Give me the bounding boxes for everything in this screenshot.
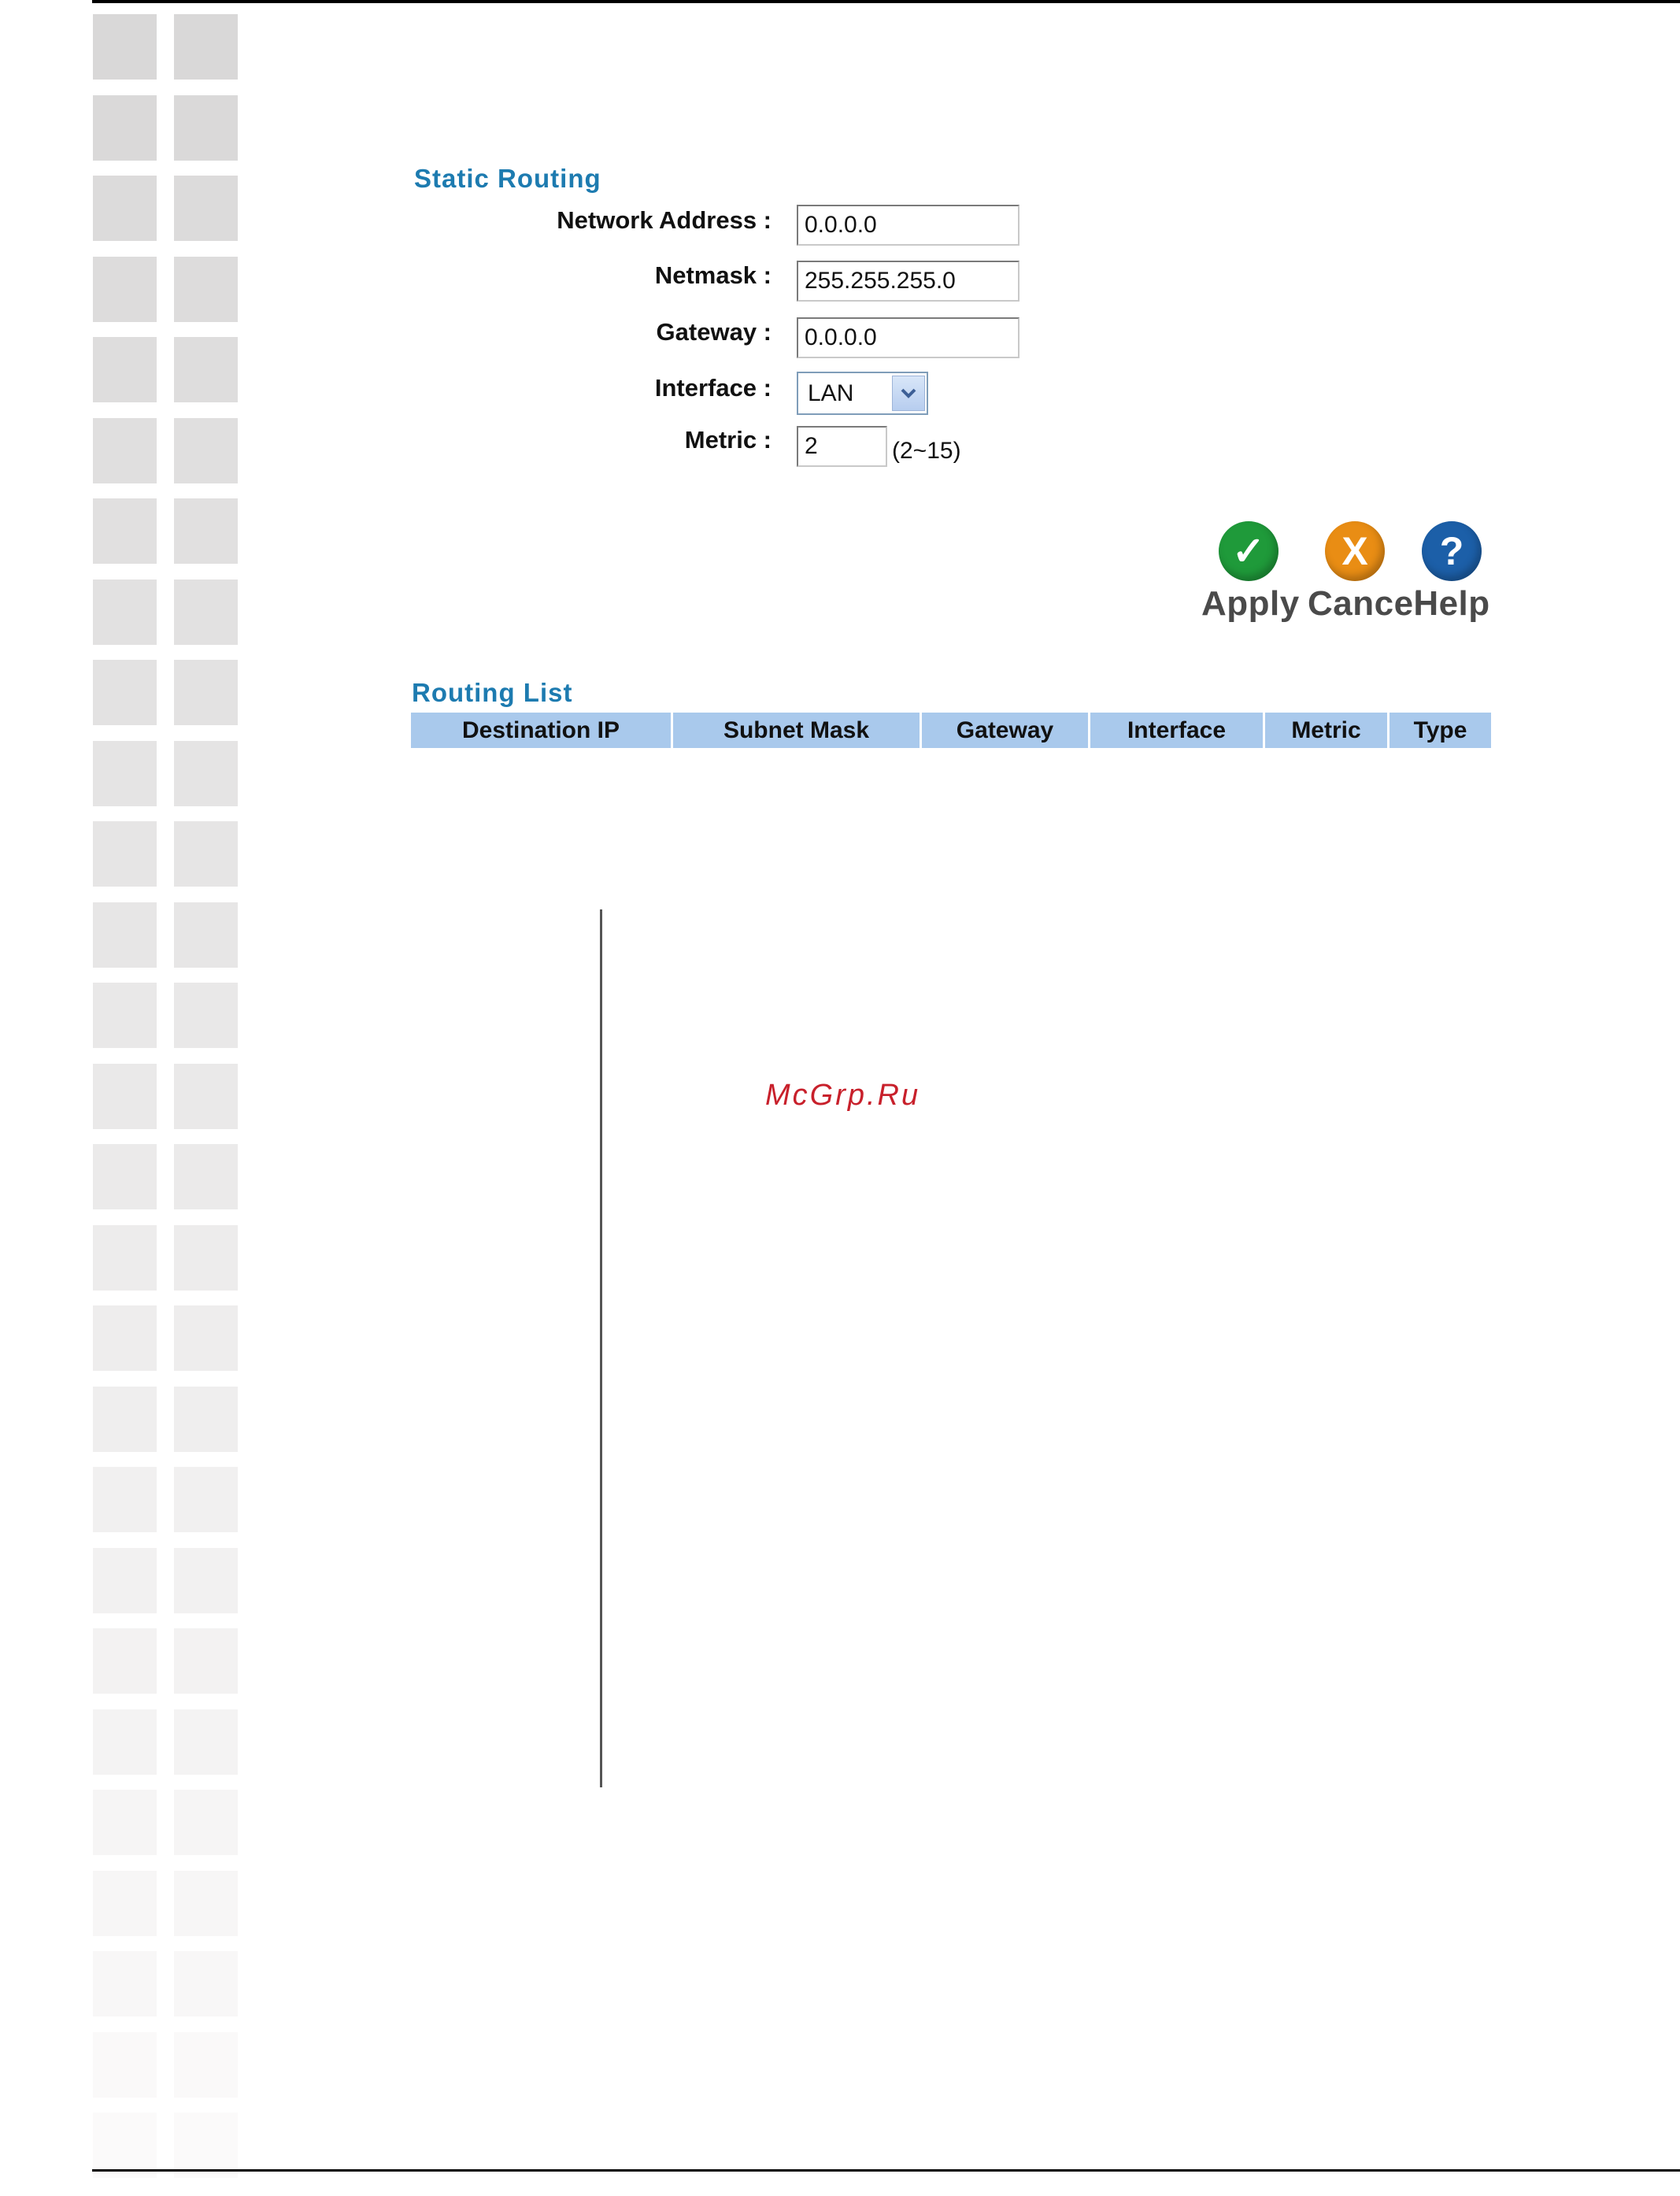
routing-list-header: Destination IP Subnet Mask Gateway Inter… — [411, 713, 1493, 748]
network-address-input[interactable] — [797, 205, 1019, 246]
decorative-tile — [174, 1951, 238, 2016]
decorative-tile — [174, 1547, 238, 1613]
decorative-tile — [174, 1386, 238, 1452]
decorative-tile — [174, 2113, 238, 2178]
help-label: Help — [1413, 584, 1490, 623]
column-destination-ip: Destination IP — [411, 713, 673, 748]
decorative-tile — [174, 579, 238, 645]
decorative-tile — [93, 1386, 157, 1452]
decorative-tile — [93, 1709, 157, 1775]
decorative-tile — [93, 1790, 157, 1855]
decorative-tile — [93, 1224, 157, 1291]
bottom-rule — [92, 2169, 1680, 2172]
decorative-tile — [174, 256, 238, 322]
x-icon: X — [1325, 521, 1385, 581]
decorative-tile — [93, 983, 157, 1048]
decorative-tile — [174, 1467, 238, 1532]
decorative-tile — [174, 902, 238, 968]
network-address-label: Network Address : — [557, 206, 772, 234]
decorative-tile — [174, 821, 238, 887]
interface-select-value: LAN — [808, 380, 854, 406]
decorative-tile — [93, 498, 157, 564]
gateway-input[interactable] — [797, 317, 1019, 358]
decorative-tile — [93, 14, 157, 80]
help-button[interactable]: ? Help — [1404, 521, 1499, 624]
netmask-input[interactable] — [797, 261, 1019, 302]
decorative-tile — [93, 2031, 157, 2098]
cancel-button[interactable]: X Cancel — [1308, 521, 1424, 624]
decorative-tile — [174, 1224, 238, 1291]
interface-select[interactable]: LAN — [797, 372, 928, 415]
gateway-label: Gateway : — [656, 318, 772, 346]
decorative-tile — [93, 902, 157, 968]
decorative-tile — [174, 14, 238, 80]
column-type: Type — [1390, 713, 1493, 748]
decorative-tile — [174, 740, 238, 806]
decorative-tile — [93, 94, 157, 161]
metric-range-hint: (2~15) — [892, 438, 961, 464]
decorative-tile — [93, 1628, 157, 1694]
decorative-tile — [93, 1467, 157, 1532]
decorative-tile — [174, 1790, 238, 1855]
metric-input[interactable] — [797, 426, 887, 467]
metric-label: Metric : — [684, 426, 772, 454]
decorative-tile — [93, 256, 157, 322]
decorative-tile — [174, 2031, 238, 2098]
decorative-tile — [93, 337, 157, 402]
question-icon: ? — [1422, 521, 1482, 581]
decorative-tile — [93, 660, 157, 725]
decorative-tile — [93, 1063, 157, 1129]
decorative-tile — [174, 1870, 238, 1936]
decorative-tile — [93, 176, 157, 241]
decorative-tile — [174, 1709, 238, 1775]
apply-button[interactable]: ✓ Apply — [1201, 521, 1300, 624]
decorative-tile — [93, 1547, 157, 1613]
decorative-tile — [93, 1305, 157, 1371]
static-routing-panel — [409, 161, 1504, 768]
decorative-tile — [93, 1144, 157, 1209]
decorative-tile — [174, 1144, 238, 1209]
decorative-tile — [93, 740, 157, 806]
column-gateway: Gateway — [922, 713, 1090, 748]
decorative-tile — [174, 94, 238, 161]
decorative-tile — [93, 417, 157, 483]
decorative-tile — [93, 821, 157, 887]
decorative-tile — [93, 1870, 157, 1936]
column-metric: Metric — [1265, 713, 1390, 748]
chevron-down-icon[interactable] — [892, 376, 925, 411]
vertical-divider — [600, 909, 602, 1787]
top-rule — [92, 0, 1680, 3]
static-routing-title: Static Routing — [414, 164, 601, 193]
decorative-tile — [93, 1951, 157, 2016]
decorative-tile — [93, 579, 157, 645]
decorative-tile — [174, 660, 238, 725]
decorative-tile — [174, 1063, 238, 1129]
decorative-tile — [174, 983, 238, 1048]
decorative-tile — [174, 1305, 238, 1371]
routing-list-title: Routing List — [412, 678, 573, 707]
apply-label: Apply — [1201, 584, 1300, 623]
decorative-tile — [174, 176, 238, 241]
decorative-tile — [174, 498, 238, 564]
decorative-tile — [174, 417, 238, 483]
column-interface: Interface — [1090, 713, 1265, 748]
decorative-tile — [174, 337, 238, 402]
decorative-tile — [93, 2113, 157, 2178]
watermark-text: McGrp.Ru — [765, 1079, 921, 1112]
column-subnet-mask: Subnet Mask — [673, 713, 922, 748]
decorative-tile — [174, 1628, 238, 1694]
netmask-label: Netmask : — [654, 261, 772, 289]
check-icon: ✓ — [1219, 521, 1279, 581]
interface-label: Interface : — [654, 374, 772, 402]
cancel-label: Cancel — [1308, 584, 1424, 623]
